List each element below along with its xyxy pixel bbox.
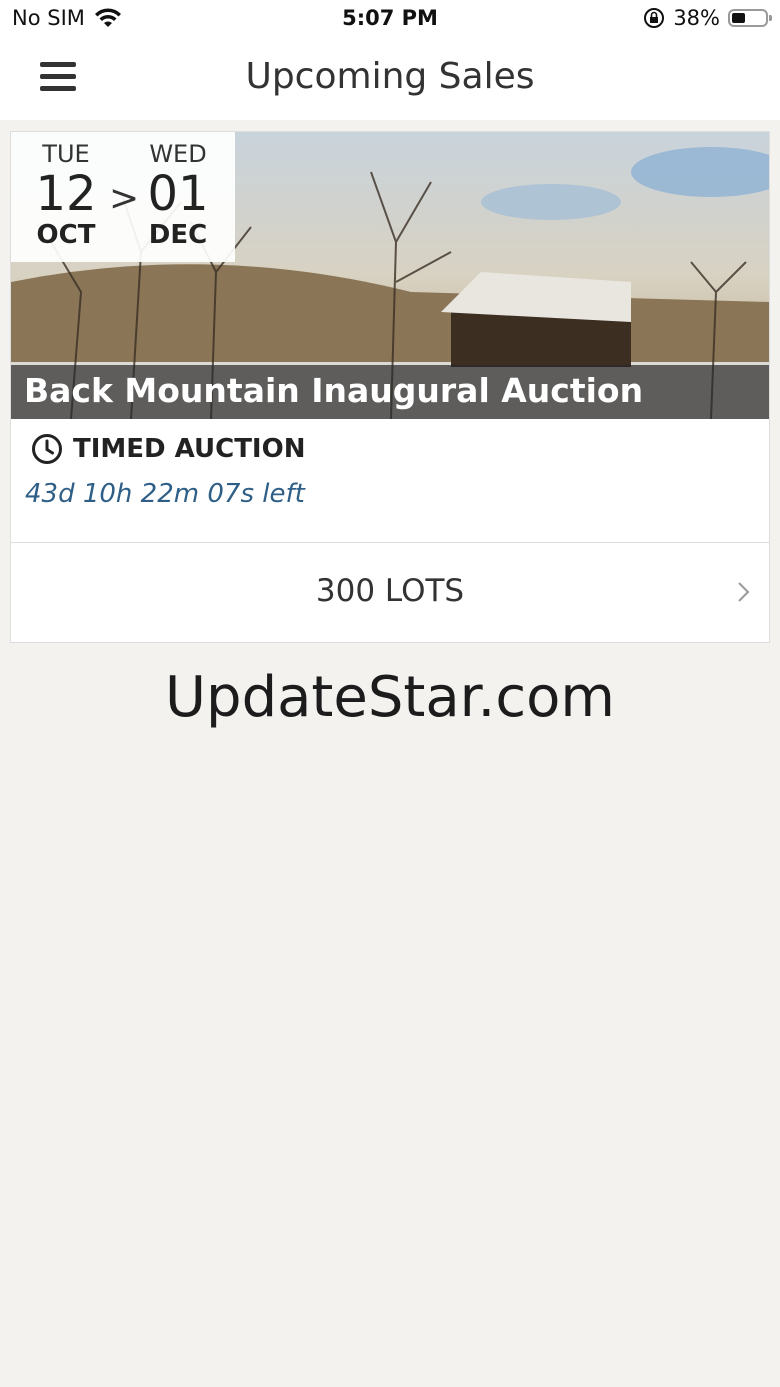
page-title: Upcoming Sales — [245, 56, 535, 97]
start-month: OCT — [36, 220, 96, 250]
sale-title[interactable]: Back Mountain Inaugural Auction — [24, 371, 643, 410]
hamburger-menu-icon[interactable] — [40, 62, 80, 96]
rotation-lock-icon — [644, 8, 665, 28]
battery-icon — [728, 9, 772, 27]
time-left: 43d 10h 22m 07s left — [25, 479, 305, 509]
wifi-icon — [94, 8, 121, 27]
auction-type: TIMED AUCTION — [31, 433, 305, 465]
end-month: DEC — [148, 220, 208, 250]
sale-info: TIMED AUCTION 43d 10h 22m 07s left — [11, 419, 769, 542]
date-range: TUE 12 OCT > WED 01 DEC — [11, 132, 235, 262]
nav-bar: Upcoming Sales — [0, 40, 780, 120]
start-dow: TUE — [42, 140, 90, 168]
status-left: No SIM — [12, 6, 123, 30]
clock-icon — [32, 434, 62, 464]
auction-type-label: TIMED AUCTION — [73, 434, 306, 464]
end-day: 01 — [147, 166, 209, 222]
end-date: WED 01 DEC — [128, 140, 228, 250]
status-right: 38% — [643, 6, 772, 30]
sale-card[interactable]: TUE 12 OCT > WED 01 DEC Back Mountain In… — [10, 131, 770, 643]
status-bar: No SIM 5:07 PM 38% — [0, 0, 780, 40]
carrier-label: No SIM — [12, 6, 85, 30]
chevron-right-icon — [738, 582, 750, 602]
lots-button[interactable]: 300 LOTS — [11, 543, 769, 642]
sale-hero-image[interactable]: TUE 12 OCT > WED 01 DEC Back Mountain In… — [11, 132, 769, 419]
start-date: TUE 12 OCT — [16, 140, 116, 250]
watermark-text: UpdateStar.com — [165, 665, 615, 730]
end-dow: WED — [149, 140, 207, 168]
sale-title-strip: Back Mountain Inaugural Auction — [11, 365, 769, 419]
battery-percent: 38% — [673, 6, 720, 30]
lots-label: 300 LOTS — [315, 573, 465, 609]
start-day: 12 — [35, 166, 97, 222]
